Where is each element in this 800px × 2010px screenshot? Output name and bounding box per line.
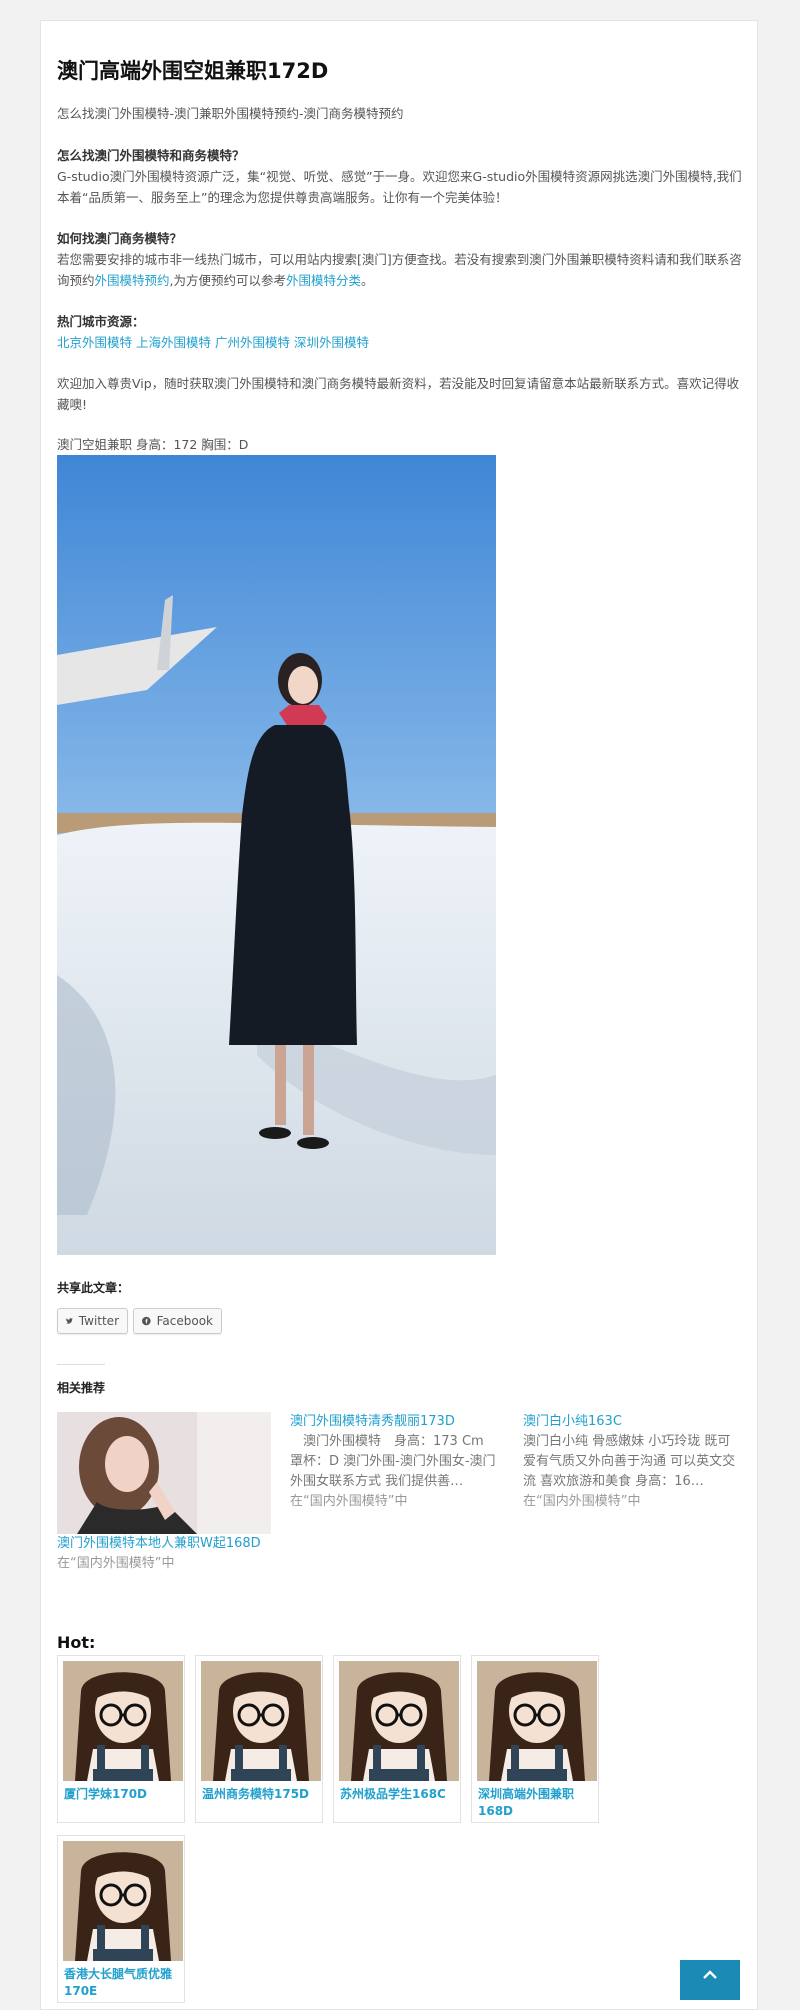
hot-item-1[interactable]: 厦门学妹170D bbox=[57, 1655, 185, 1823]
related-title: 相关推荐 bbox=[57, 1381, 106, 1395]
model-info: 澳门空姐兼职 身高：172 胸围：D bbox=[57, 437, 249, 452]
twitter-share-button[interactable]: Twitter bbox=[57, 1308, 128, 1334]
hot-thumb-5[interactable] bbox=[63, 1841, 183, 1961]
hot-label-3[interactable]: 苏州极品学生168C bbox=[339, 1786, 455, 1803]
section2-text-b: ,为方便预约可以参考 bbox=[169, 273, 287, 288]
hot-thumb-4[interactable] bbox=[477, 1661, 597, 1781]
related-thumb-1[interactable] bbox=[57, 1412, 271, 1534]
section2-heading: 如何找澳门商务模特？ bbox=[57, 231, 183, 246]
page-title: 澳门高端外围空姐兼职172D bbox=[57, 59, 329, 83]
related-category-1: 在“国内外围模特”中 bbox=[57, 1556, 175, 1571]
facebook-icon bbox=[142, 1316, 151, 1326]
section3: 热门城市资源： 北京外围模特 上海外围模特 广州外围模特 深圳外围模特 bbox=[57, 311, 747, 353]
section1-text: G-studio澳门外围模特资源广泛，集“视觉、听觉、感觉”于一身。欢迎您来G-… bbox=[57, 169, 742, 205]
section2-text-c: 。 bbox=[361, 273, 374, 288]
city-link-guangzhou[interactable]: 广州外围模特 bbox=[215, 335, 290, 350]
hot-thumb-2[interactable] bbox=[201, 1661, 321, 1781]
facebook-share-button[interactable]: Facebook bbox=[133, 1308, 222, 1334]
share-title: 共享此文章： bbox=[57, 1281, 130, 1295]
hot-label-5[interactable]: 香港大长腿气质优雅170E bbox=[63, 1966, 179, 2000]
hot-thumb-3[interactable] bbox=[339, 1661, 459, 1781]
section-divider bbox=[57, 1364, 105, 1365]
twitter-icon bbox=[66, 1318, 73, 1324]
hot-title: Hot: bbox=[57, 1633, 96, 1652]
hot-item-5[interactable]: 香港大长腿气质优雅170E bbox=[57, 1835, 185, 2003]
model-photo bbox=[57, 455, 496, 1255]
hot-label-1[interactable]: 厦门学妹170D bbox=[63, 1786, 179, 1803]
chevron-up-icon bbox=[703, 1970, 717, 1979]
hot-label-2[interactable]: 温州商务模特175D bbox=[201, 1786, 317, 1803]
related-item-1[interactable]: 澳门外围模特本地人兼职W起168D 在“国内外围模特”中 bbox=[57, 1412, 271, 1574]
model-category-link[interactable]: 外围模特分类 bbox=[286, 273, 361, 288]
related-excerpt-3: 澳门白小纯 骨感嫩妹 小巧玲珑 既可爱有气质又外向善于沟通 可以英文交流 喜欢旅… bbox=[523, 1434, 736, 1489]
related-title-2[interactable]: 澳门外围模特清秀靓丽173D bbox=[290, 1412, 504, 1432]
section1-heading: 怎么找澳门外围模特和商务模特？ bbox=[57, 148, 245, 163]
section1: 怎么找澳门外围模特和商务模特？ G-studio澳门外围模特资源广泛，集“视觉、… bbox=[57, 145, 747, 208]
hot-item-4[interactable]: 深圳高端外围兼职168D bbox=[471, 1655, 599, 1823]
subtitle: 怎么找澳门外围模特-澳门兼职外围模特预约-澳门商务模特预约 bbox=[57, 106, 404, 121]
city-link-beijing[interactable]: 北京外围模特 bbox=[57, 335, 132, 350]
hot-item-3[interactable]: 苏州极品学生168C bbox=[333, 1655, 461, 1823]
hot-thumb-1[interactable] bbox=[63, 1661, 183, 1781]
related-category-2: 在“国内外围模特”中 bbox=[290, 1494, 408, 1509]
facebook-label: Facebook bbox=[156, 1314, 213, 1328]
section3-heading: 热门城市资源： bbox=[57, 314, 145, 329]
related-title-3[interactable]: 澳门白小纯163C bbox=[523, 1412, 737, 1432]
vip-text: 欢迎加入尊贵Vip，随时获取澳门外围模特和澳门商务模特最新资料，若没能及时回复请… bbox=[57, 376, 740, 412]
back-to-top-button[interactable] bbox=[680, 1960, 740, 2000]
related-title-1[interactable]: 澳门外围模特本地人兼职W起168D bbox=[57, 1534, 271, 1554]
hot-label-4[interactable]: 深圳高端外围兼职168D bbox=[477, 1786, 593, 1820]
related-excerpt-2: 澳门外围模特 身高：173 Cm 罩杯：D 澳门外围-澳门外围女-澳门外围女联系… bbox=[290, 1434, 497, 1489]
model-booking-link[interactable]: 外围模特预约 bbox=[95, 273, 170, 288]
city-link-shenzhen[interactable]: 深圳外围模特 bbox=[294, 335, 369, 350]
hot-item-2[interactable]: 温州商务模特175D bbox=[195, 1655, 323, 1823]
article-card: 澳门高端外围空姐兼职172D 怎么找澳门外围模特-澳门兼职外围模特预约-澳门商务… bbox=[40, 20, 758, 2010]
city-link-shanghai[interactable]: 上海外围模特 bbox=[136, 335, 211, 350]
twitter-label: Twitter bbox=[78, 1314, 119, 1328]
related-category-3: 在“国内外围模特”中 bbox=[523, 1494, 641, 1509]
related-item-2[interactable]: 澳门外围模特清秀靓丽173D 澳门外围模特 身高：173 Cm 罩杯：D 澳门外… bbox=[290, 1412, 504, 1512]
section2: 如何找澳门商务模特？ 若您需要安排的城市非一线热门城市，可以用站内搜索[澳门]方… bbox=[57, 228, 747, 291]
related-item-3[interactable]: 澳门白小纯163C 澳门白小纯 骨感嫩妹 小巧玲珑 既可爱有气质又外向善于沟通 … bbox=[523, 1412, 737, 1512]
